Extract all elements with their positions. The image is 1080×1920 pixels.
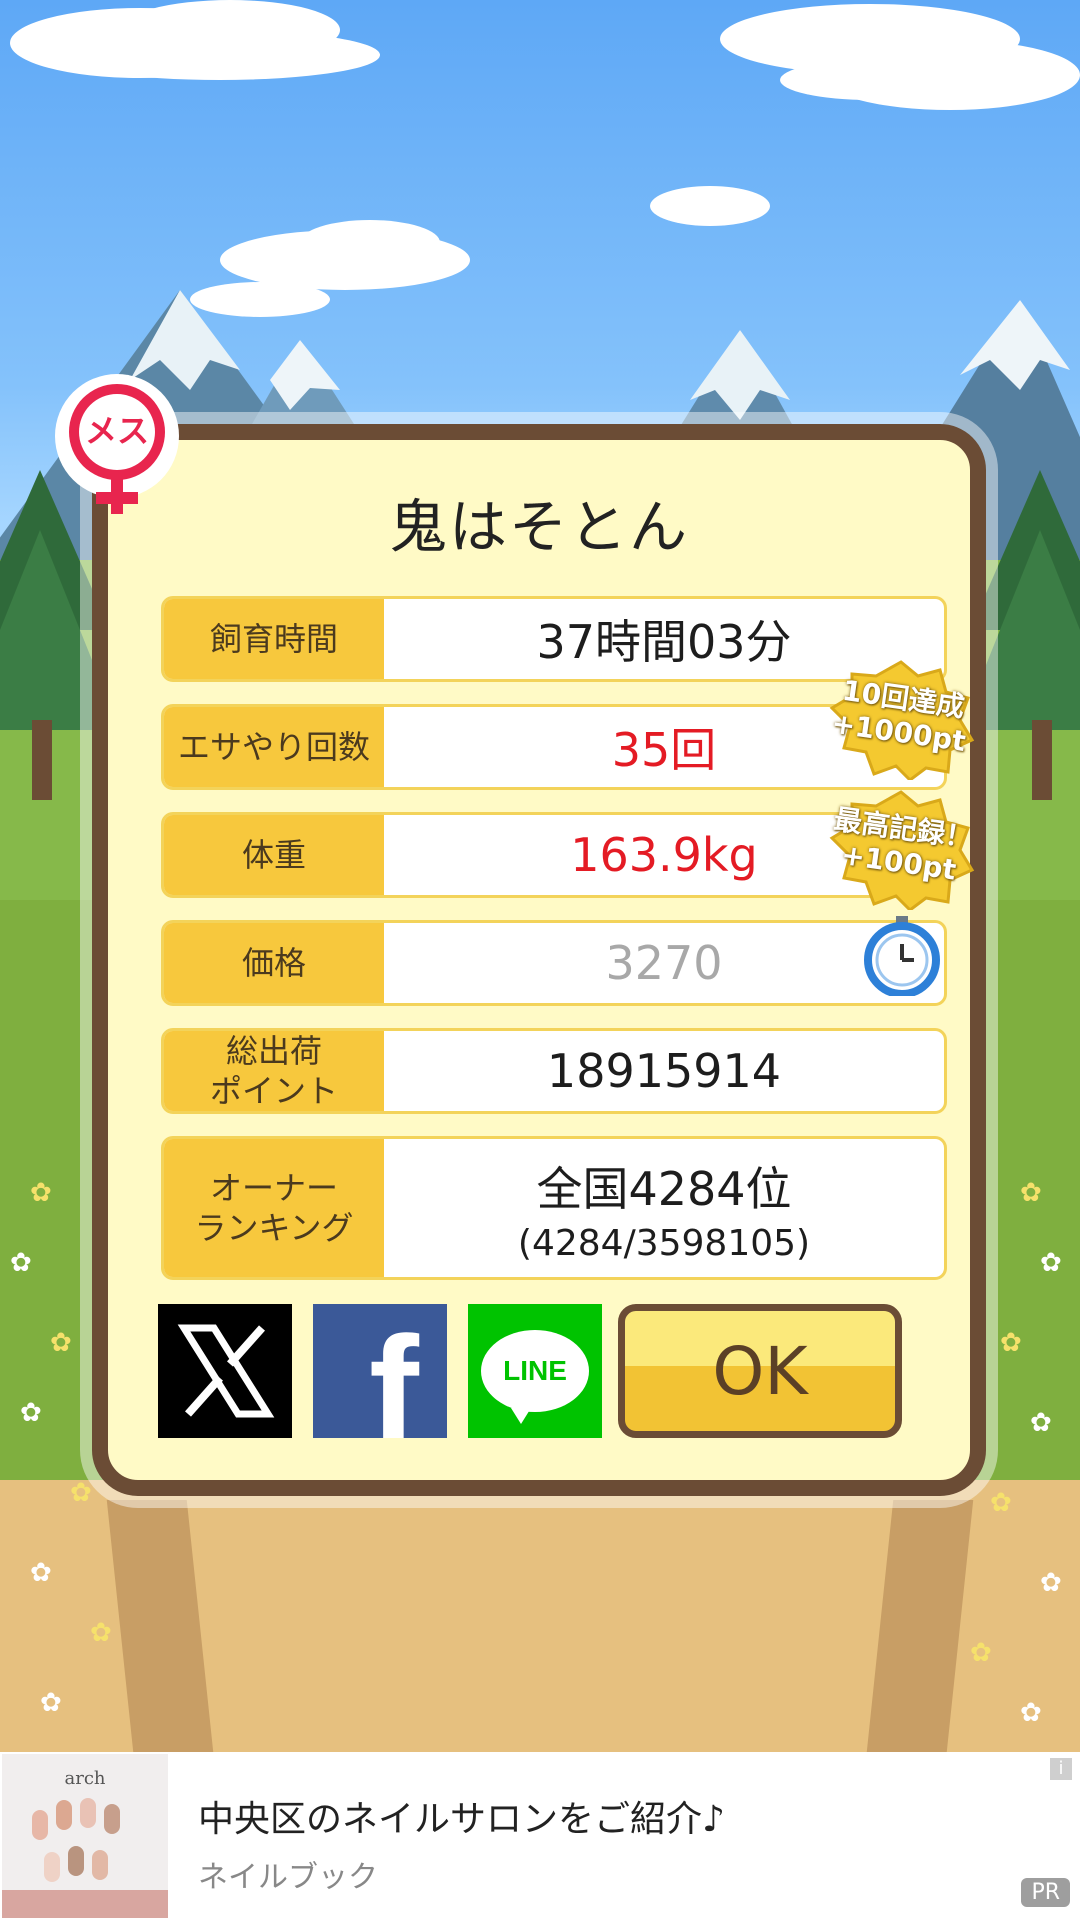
- result-dialog: 鬼はそとん 飼育時間 37時間03分 エサやり回数 35回 体重 163.9kg…: [92, 424, 986, 1496]
- stat-label: 総出荷 ポイント: [164, 1031, 384, 1111]
- svg-text:メス: メス: [85, 412, 149, 450]
- share-x-button[interactable]: [158, 1304, 292, 1438]
- pet-name-title: 鬼はそとん: [388, 493, 689, 561]
- ranking-position: 全国4284位: [536, 1161, 792, 1216]
- ranking-detail: (4284/3598105): [517, 1222, 811, 1264]
- ad-source: ネイルブック: [198, 1860, 378, 1895]
- ad-title[interactable]: 中央区のネイルサロンをご紹介♪: [198, 1790, 725, 1842]
- ad-pr-badge: PR: [1021, 1878, 1070, 1907]
- facebook-logo-icon: f: [369, 1305, 419, 1438]
- x-logo-icon: [177, 1324, 275, 1418]
- stat-value: 18915914: [546, 1044, 782, 1098]
- line-logo-icon: LINE: [481, 1330, 589, 1424]
- stat-label: 飼育時間: [164, 599, 384, 679]
- stat-row-total-points: 総出荷 ポイント 18915914: [161, 1028, 947, 1114]
- stat-row-owner-ranking: オーナー ランキング 全国4284位 (4284/3598105): [161, 1136, 947, 1280]
- stat-label: オーナー ランキング: [164, 1139, 384, 1277]
- ad-brand: arch: [64, 1768, 106, 1789]
- share-line-button[interactable]: LINE: [468, 1304, 602, 1438]
- stopwatch-icon[interactable]: [862, 916, 942, 996]
- female-gender-icon: メス: [55, 374, 179, 514]
- stat-label: エサやり回数: [164, 707, 384, 787]
- achievement-badge-feed: 10回達成 +1000pt: [826, 660, 976, 780]
- ad-banner[interactable]: arch 中央区のネイルサロンをご紹介♪ ネイルブック i PR: [0, 1752, 1080, 1920]
- achievement-badge-record: 最高記録！ +100pt: [826, 790, 976, 910]
- stat-row-price: 価格 3270: [161, 920, 947, 1006]
- ranking-value: 全国4284位 (4284/3598105): [384, 1139, 944, 1277]
- stat-value: 3270: [605, 936, 723, 990]
- ad-info-icon[interactable]: i: [1050, 1758, 1072, 1780]
- ad-image: arch: [2, 1754, 168, 1918]
- ok-button[interactable]: OK: [618, 1304, 902, 1438]
- stat-label: 価格: [164, 923, 384, 1003]
- share-facebook-button[interactable]: f: [313, 1304, 447, 1438]
- stat-label: 体重: [164, 815, 384, 895]
